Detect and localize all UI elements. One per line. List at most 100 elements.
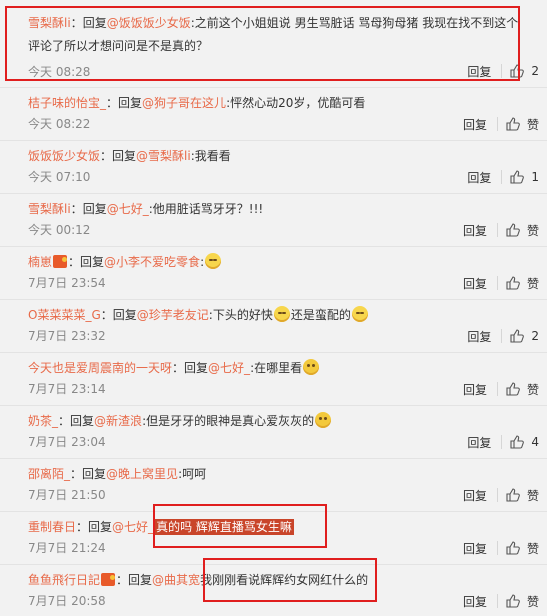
reply-button[interactable]: 回复 <box>463 540 487 557</box>
comment-body: :下头的好快 <box>208 308 273 322</box>
mention-link[interactable]: @饭饭饭少女饭 <box>107 16 191 30</box>
like-button[interactable]: 2 <box>510 329 539 343</box>
like-button[interactable]: 赞 <box>506 381 539 398</box>
comment-user-link[interactable]: 桔子味的怡宝_ <box>28 96 106 110</box>
comment-item: 饭饭饭少女饭：回复@雪梨酥li:我看看 今天 07:10 回复 1 <box>0 141 547 194</box>
comment-actions: 回复 1 <box>467 168 539 186</box>
comment-item: 雪梨酥li：回复@饭饭饭少女饭:之前这个小姐姐说 男生骂脏话 骂母狗母猪 我现在… <box>0 0 547 88</box>
mention-link[interactable]: @七好_ <box>112 520 154 534</box>
comment-user-link[interactable]: 邵离陌_ <box>28 467 70 481</box>
comment-time: 7月7日 23:04 <box>28 435 106 449</box>
reply-button[interactable]: 回复 <box>467 63 491 80</box>
reply-button[interactable]: 回复 <box>463 593 487 610</box>
comment-item: 今天也是爱周震南的一天呀：回复@七好_:在哪里看 7月7日 23:14 回复 赞 <box>0 353 547 406</box>
divider <box>496 276 498 290</box>
like-count: 4 <box>531 435 539 449</box>
comment-user-link[interactable]: 重制春日 <box>28 520 76 534</box>
crying-emoji-icon <box>205 253 222 269</box>
comment-user-link[interactable]: 雪梨酥li <box>28 202 71 216</box>
comment-user-link[interactable]: 奶茶_ <box>28 414 58 428</box>
comment-text: 鱼鱼飛行日記 ：回复@曲其宽我刚刚看说辉辉约女网红什么的 <box>28 573 369 587</box>
reply-button[interactable]: 回复 <box>463 222 487 239</box>
comment-body: :在哪里看 <box>250 361 303 375</box>
comment-item: 雪梨酥li：回复@七好_:他用脏话骂牙牙？!!! 今天 00:12 回复 赞 <box>0 194 547 247</box>
comment-time: 今天 08:28 <box>28 65 91 79</box>
user-badge-icon <box>53 255 68 268</box>
comment-user-link[interactable]: 今天也是爱周震南的一天呀 <box>28 361 172 375</box>
reply-button[interactable]: 回复 <box>463 487 487 504</box>
comment-body-cont: 还是蛮配的 <box>290 308 351 322</box>
like-button[interactable]: 2 <box>510 64 539 78</box>
like-count: 赞 <box>526 488 539 503</box>
divider <box>501 64 503 78</box>
mention-link[interactable]: @新渣浪 <box>94 414 142 428</box>
reply-button[interactable]: 回复 <box>467 169 491 186</box>
comment-body: :但是牙牙的眼神是真心爱灰灰的 <box>142 414 315 428</box>
thumbs-up-icon <box>506 594 520 608</box>
thumbs-up-icon <box>506 541 520 555</box>
reply-button[interactable]: 回复 <box>467 328 491 345</box>
comment-actions: 回复 赞 <box>463 592 539 610</box>
comment-text: 今天也是爱周震南的一天呀：回复@七好_:在哪里看 <box>28 357 525 379</box>
divider <box>496 541 498 555</box>
comment-body-highlighted: 真的吗 辉辉直播骂女生嘛 <box>154 519 294 535</box>
comment-text: 重制春日：回复@七好_ 真的吗 辉辉直播骂女生嘛 <box>28 519 294 535</box>
like-button[interactable]: 赞 <box>506 540 539 557</box>
comment-body: :我看看 <box>190 149 231 163</box>
crying-emoji-icon <box>351 306 368 322</box>
comment-body: :他用脏话骂牙牙？!!! <box>148 202 264 216</box>
mention-link[interactable]: @狗子哥在这儿 <box>142 96 226 110</box>
comment-time: 7月7日 23:54 <box>28 276 106 290</box>
comment-user-link[interactable]: 鱼鱼飛行日記 <box>28 573 100 587</box>
mention-link[interactable]: @七好_ <box>107 202 149 216</box>
like-count: 赞 <box>526 223 539 238</box>
like-count: 2 <box>531 64 539 78</box>
divider <box>496 382 498 396</box>
comment-item: O菜菜菜菜_G：回复@珍芋老友记:下头的好快 还是蛮配的 7月7日 23:32 回… <box>0 300 547 353</box>
like-button[interactable]: 赞 <box>506 593 539 610</box>
comment-item: 重制春日：回复@七好_ 真的吗 辉辉直播骂女生嘛 7月7日 21:24 回复 赞 <box>0 512 547 565</box>
comment-text: 雪梨酥li：回复@七好_:他用脏话骂牙牙？!!! <box>28 202 264 216</box>
thumbs-up-icon <box>510 64 525 78</box>
thumbs-up-icon <box>506 276 520 290</box>
comment-text: 邵离陌_：回复@晚上窝里见:呵呵 <box>28 467 207 481</box>
like-button[interactable]: 赞 <box>506 116 539 133</box>
comment-text: 桔子味的怡宝_：回复@狗子哥在这儿:怦然心动20岁，优酷可看 <box>28 96 366 110</box>
reply-button[interactable]: 回复 <box>463 275 487 292</box>
like-count: 赞 <box>526 594 539 609</box>
crying-emoji-icon <box>273 306 290 322</box>
comment-item: 邵离陌_：回复@晚上窝里见:呵呵 7月7日 21:50 回复 赞 <box>0 459 547 512</box>
thumbs-up-icon <box>510 435 525 449</box>
comment-user-link[interactable]: O菜菜菜菜_G <box>28 308 101 322</box>
thumbs-up-icon <box>506 117 520 131</box>
comment-body: 我刚刚看说辉辉约女网红什么的 <box>200 573 369 587</box>
divider <box>496 488 498 502</box>
comment-text: O菜菜菜菜_G：回复@珍芋老友记:下头的好快 还是蛮配的 <box>28 304 525 326</box>
comment-user-link[interactable]: 雪梨酥li <box>28 16 71 30</box>
mention-link[interactable]: @小李不爱吃零食 <box>104 255 200 269</box>
divider <box>496 117 498 131</box>
reply-button[interactable]: 回复 <box>467 434 491 451</box>
comment-text: 饭饭饭少女饭：回复@雪梨酥li:我看看 <box>28 149 231 163</box>
reply-button[interactable]: 回复 <box>463 381 487 398</box>
like-button[interactable]: 赞 <box>506 222 539 239</box>
comment-time: 今天 08:22 <box>28 117 91 131</box>
mention-link[interactable]: @曲其宽 <box>152 573 200 587</box>
like-button[interactable]: 1 <box>510 170 539 184</box>
comment-user-link[interactable]: 饭饭饭少女饭 <box>28 149 100 163</box>
like-button[interactable]: 4 <box>510 435 539 449</box>
like-button[interactable]: 赞 <box>506 487 539 504</box>
reply-button[interactable]: 回复 <box>463 116 487 133</box>
comment-user-link[interactable]: 楠崽 <box>28 255 52 269</box>
mention-link[interactable]: @七好_ <box>208 361 250 375</box>
mention-link[interactable]: @珍芋老友记 <box>137 308 209 322</box>
comment-time: 7月7日 20:58 <box>28 594 106 608</box>
mention-link[interactable]: @雪梨酥li <box>136 149 191 163</box>
comment-time: 7月7日 23:32 <box>28 329 106 343</box>
comment-time: 今天 07:10 <box>28 170 91 184</box>
like-button[interactable]: 赞 <box>506 275 539 292</box>
comment-actions: 回复 4 <box>467 433 539 451</box>
worried-emoji-icon <box>303 359 320 375</box>
mention-link[interactable]: @晚上窝里见 <box>106 467 178 481</box>
comment-actions: 回复 赞 <box>463 221 539 239</box>
